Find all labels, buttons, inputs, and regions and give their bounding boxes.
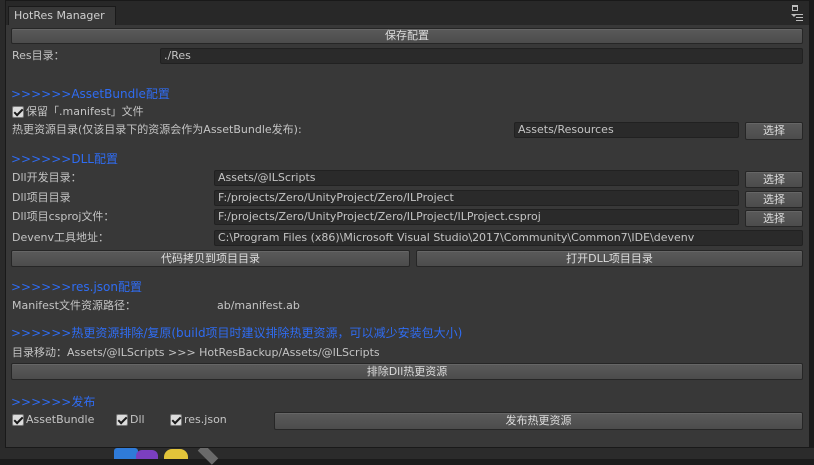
save-config-button[interactable]: 保存配置 — [11, 28, 803, 44]
dll-dev-dir-field[interactable]: Assets/@ILScripts — [214, 170, 739, 186]
publish-dll-checkbox[interactable] — [116, 414, 128, 426]
dll-dev-dir-choose-button[interactable]: 选择 — [745, 171, 803, 188]
hot-dir-field[interactable]: Assets/Resources — [514, 122, 739, 138]
background-shape — [136, 450, 158, 459]
devenv-label: Devenv工具地址： — [12, 231, 109, 244]
move-path-text: 目录移动：Assets/@ILScripts >>> HotResBackup/… — [12, 346, 380, 359]
exclude-section-header: >>>>>>热更资源排除/复原(build项目时建议排除热更资源，可以减少安装包… — [11, 326, 463, 340]
dll-project-dir-field[interactable]: F:/projects/Zero/UnityProject/Zero/ILPro… — [214, 190, 739, 206]
menu-icon[interactable] — [791, 14, 803, 22]
res-dir-field[interactable]: ./Res — [160, 48, 803, 64]
dll-csproj-field[interactable]: F:/projects/Zero/UnityProject/Zero/ILPro… — [214, 209, 739, 225]
publish-section-header: >>>>>>发布 — [11, 395, 96, 409]
res-dir-label: Res目录： — [12, 49, 65, 62]
manifest-path-label: Manifest文件资源路径： — [12, 299, 136, 312]
maximize-icon[interactable] — [792, 5, 798, 11]
dll-project-dir-choose-button[interactable]: 选择 — [745, 191, 803, 208]
dll-csproj-label: Dll项目csproj文件： — [12, 210, 115, 223]
hot-dir-choose-button[interactable]: 选择 — [745, 122, 803, 140]
dll-dev-dir-label: Dll开发目录： — [12, 171, 82, 184]
background-shape — [114, 448, 138, 459]
tab-hotres-manager[interactable]: HotRes Manager — [8, 6, 116, 25]
publish-resjson-label: res.json — [184, 413, 227, 426]
publish-dll-label: Dll — [130, 413, 145, 426]
copy-code-button[interactable]: 代码拷贝到项目目录 — [11, 250, 410, 267]
publish-resjson-checkbox[interactable] — [170, 414, 182, 426]
window-controls — [783, 4, 803, 22]
publish-assetbundle-checkbox[interactable] — [12, 414, 24, 426]
dll-csproj-choose-button[interactable]: 选择 — [745, 210, 803, 227]
background-shape — [164, 449, 188, 459]
dll-project-dir-label: Dll项目目录 — [12, 191, 71, 204]
open-dll-project-button[interactable]: 打开DLL项目目录 — [416, 250, 803, 267]
exclude-dll-button[interactable]: 排除Dll热更资源 — [11, 363, 803, 380]
resjson-section-header: >>>>>>res.json配置 — [11, 280, 142, 294]
keep-manifest-label: 保留「.manifest」文件 — [26, 105, 144, 118]
hot-dir-label: 热更资源目录(仅该目录下的资源会作为AssetBundle发布): — [12, 123, 302, 136]
hotres-manager-window: HotRes Manager 保存配置 Res目录： ./Res >>>>>>A… — [5, 0, 810, 448]
keep-manifest-checkbox[interactable] — [12, 106, 24, 118]
publish-button[interactable]: 发布热更资源 — [274, 412, 803, 430]
manifest-path-value: ab/manifest.ab — [217, 299, 300, 312]
devenv-field[interactable]: C:\Program Files (x86)\Microsoft Visual … — [214, 230, 803, 246]
dll-section-header: >>>>>>DLL配置 — [11, 152, 118, 166]
assetbundle-section-header: >>>>>>AssetBundle配置 — [11, 87, 170, 101]
tab-bar: HotRes Manager — [6, 1, 809, 25]
publish-assetbundle-label: AssetBundle — [26, 413, 95, 426]
